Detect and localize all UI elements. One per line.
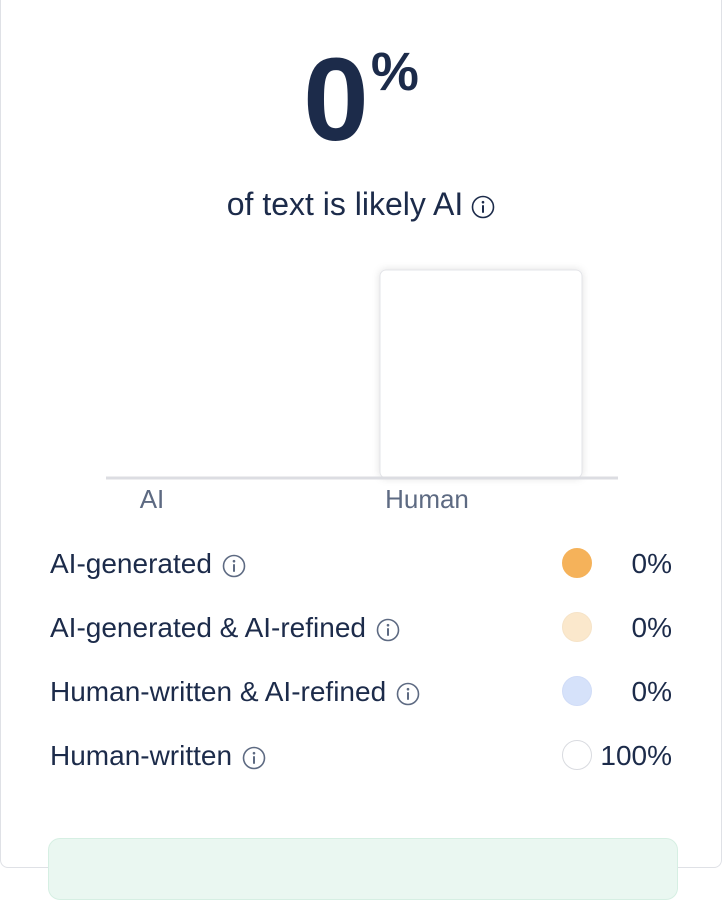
info-icon[interactable]	[376, 618, 400, 642]
category-label-human: Human	[385, 484, 469, 514]
info-icon[interactable]	[242, 746, 266, 770]
legend-row-human-written: Human-written 100%	[50, 732, 690, 796]
ai-vs-human-bar-chart: AI Human	[0, 0, 728, 530]
legend-value: 0%	[631, 548, 672, 579]
legend-row-ai-generated: AI-generated 0%	[50, 540, 690, 604]
legend-swatch	[562, 612, 592, 642]
legend-value: 0%	[631, 612, 672, 643]
legend-label: AI-generated	[50, 548, 212, 579]
legend-label: Human-written & AI-refined	[50, 676, 387, 707]
legend-label-container: Human-written & AI-refined	[50, 674, 420, 710]
legend-label: AI-generated & AI-refined	[50, 612, 366, 643]
bar-chart-svg: AI Human	[106, 269, 618, 514]
legend-value: 100%	[600, 740, 672, 771]
legend-label-container: AI-generated	[50, 546, 246, 582]
legend-swatch	[562, 548, 592, 578]
category-label-ai: AI	[140, 484, 165, 514]
legend-row-ai-generated-ai-refined: AI-generated & AI-refined 0%	[50, 604, 690, 668]
legend-row-human-written-ai-refined: Human-written & AI-refined 0%	[50, 668, 690, 732]
legend-swatch	[562, 740, 592, 770]
legend-label: Human-written	[50, 740, 233, 771]
info-icon[interactable]	[222, 554, 246, 578]
result-banner	[48, 838, 678, 900]
legend-swatch	[562, 676, 592, 706]
bar-human	[379, 269, 583, 479]
legend-value: 0%	[631, 676, 672, 707]
info-icon[interactable]	[396, 682, 420, 706]
classification-legend: AI-generated 0% AI-generated & AI-refined 0…	[50, 540, 690, 796]
legend-label-container: AI-generated & AI-refined	[50, 610, 400, 646]
legend-label-container: Human-written	[50, 738, 266, 774]
